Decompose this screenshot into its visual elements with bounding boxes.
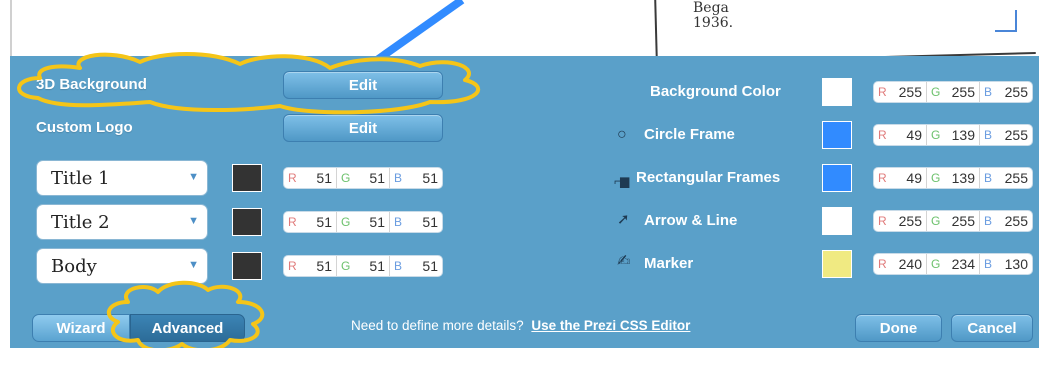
select-value: Body xyxy=(51,256,97,277)
title-1-color-swatch[interactable] xyxy=(232,164,262,192)
green-value[interactable]: 255 xyxy=(952,84,975,100)
rectangle-frame-icon: ⌐▆ xyxy=(614,174,629,188)
custom-logo-label: Custom Logo xyxy=(36,119,133,136)
body-select[interactable]: Body ▼ xyxy=(36,248,208,284)
red-value[interactable]: 51 xyxy=(316,258,332,274)
arrow-line-label: Arrow & Line xyxy=(644,212,738,229)
rectangular-frames-rgb-input[interactable]: R 49 G 139 B 255 xyxy=(873,167,1033,189)
canvas-bottom-edge xyxy=(0,348,1039,365)
chevron-down-icon: ▼ xyxy=(188,171,199,183)
rectangular-frames-label: Rectangular Frames xyxy=(636,169,781,186)
red-value[interactable]: 49 xyxy=(906,127,922,143)
theme-editor-panel: 3D Background Edit Custom Logo Edit Titl… xyxy=(10,52,1039,353)
red-value[interactable]: 255 xyxy=(899,84,922,100)
body-rgb-input[interactable]: R 51 G 51 B 51 xyxy=(283,255,443,277)
chevron-down-icon: ▼ xyxy=(188,215,199,227)
blue-value[interactable]: 51 xyxy=(422,258,438,274)
title-1-select[interactable]: Title 1 ▼ xyxy=(36,160,208,196)
cancel-button[interactable]: Cancel xyxy=(951,314,1033,342)
3d-background-edit-button[interactable]: Edit xyxy=(283,71,443,99)
select-value: Title 1 xyxy=(51,168,110,189)
prezi-canvas: Bega 1936. xyxy=(0,0,1039,64)
blue-value[interactable]: 51 xyxy=(422,214,438,230)
body-color-swatch[interactable] xyxy=(232,252,262,280)
arrow-icon: ➚ xyxy=(617,211,630,228)
green-value[interactable]: 139 xyxy=(952,127,975,143)
blue-value[interactable]: 255 xyxy=(1005,213,1028,229)
blue-value[interactable]: 130 xyxy=(1005,256,1028,272)
tab-wizard[interactable]: Wizard xyxy=(32,314,130,342)
circle-frame-label: Circle Frame xyxy=(644,126,735,143)
marker-rgb-input[interactable]: R 240 G 234 B 130 xyxy=(873,253,1033,275)
green-value[interactable]: 51 xyxy=(369,214,385,230)
blue-value[interactable]: 255 xyxy=(1005,127,1028,143)
help-text: Need to define more details? xyxy=(351,318,524,333)
custom-logo-edit-button[interactable]: Edit xyxy=(283,114,443,142)
red-value[interactable]: 255 xyxy=(899,213,922,229)
red-value[interactable]: 51 xyxy=(316,170,332,186)
green-value[interactable]: 255 xyxy=(952,213,975,229)
title-2-rgb-input[interactable]: R 51 G 51 B 51 xyxy=(283,211,443,233)
done-button[interactable]: Done xyxy=(855,314,942,342)
green-value[interactable]: 51 xyxy=(369,170,385,186)
tab-advanced[interactable]: Advanced xyxy=(130,314,245,342)
arrow-line-swatch[interactable] xyxy=(822,207,852,235)
blue-value[interactable]: 51 xyxy=(422,170,438,186)
green-value[interactable]: 234 xyxy=(952,256,975,272)
help-text-row: Need to define more details? Use the Pre… xyxy=(351,318,690,333)
canvas-corner-mark xyxy=(995,10,1017,32)
canvas-text: Bega 1936. xyxy=(693,0,734,31)
select-value: Title 2 xyxy=(51,212,110,233)
circle-frame-rgb-input[interactable]: R 49 G 139 B 255 xyxy=(873,124,1033,146)
marker-swatch[interactable] xyxy=(822,250,852,278)
green-value[interactable]: 51 xyxy=(369,258,385,274)
title-2-select[interactable]: Title 2 ▼ xyxy=(36,204,208,240)
blue-value[interactable]: 255 xyxy=(1005,84,1028,100)
background-color-rgb-input[interactable]: R 255 G 255 B 255 xyxy=(873,81,1033,103)
chevron-down-icon: ▼ xyxy=(188,259,199,271)
red-value[interactable]: 51 xyxy=(316,214,332,230)
title-2-color-swatch[interactable] xyxy=(232,208,262,236)
marker-icon: ✍ xyxy=(617,253,631,270)
prezi-css-editor-link[interactable]: Use the Prezi CSS Editor xyxy=(531,318,690,333)
3d-background-label: 3D Background xyxy=(36,76,147,93)
red-value[interactable]: 49 xyxy=(906,170,922,186)
background-color-swatch[interactable] xyxy=(822,78,852,106)
blue-value[interactable]: 255 xyxy=(1005,170,1028,186)
rectangular-frames-swatch[interactable] xyxy=(822,164,852,192)
green-value[interactable]: 139 xyxy=(952,170,975,186)
arrow-line-rgb-input[interactable]: R 255 G 255 B 255 xyxy=(873,210,1033,232)
marker-label: Marker xyxy=(644,255,694,272)
circle-icon: ○ xyxy=(617,126,627,143)
background-color-label: Background Color xyxy=(650,83,781,100)
title-1-rgb-input[interactable]: R 51 G 51 B 51 xyxy=(283,167,443,189)
red-value[interactable]: 240 xyxy=(899,256,922,272)
circle-frame-swatch[interactable] xyxy=(822,121,852,149)
